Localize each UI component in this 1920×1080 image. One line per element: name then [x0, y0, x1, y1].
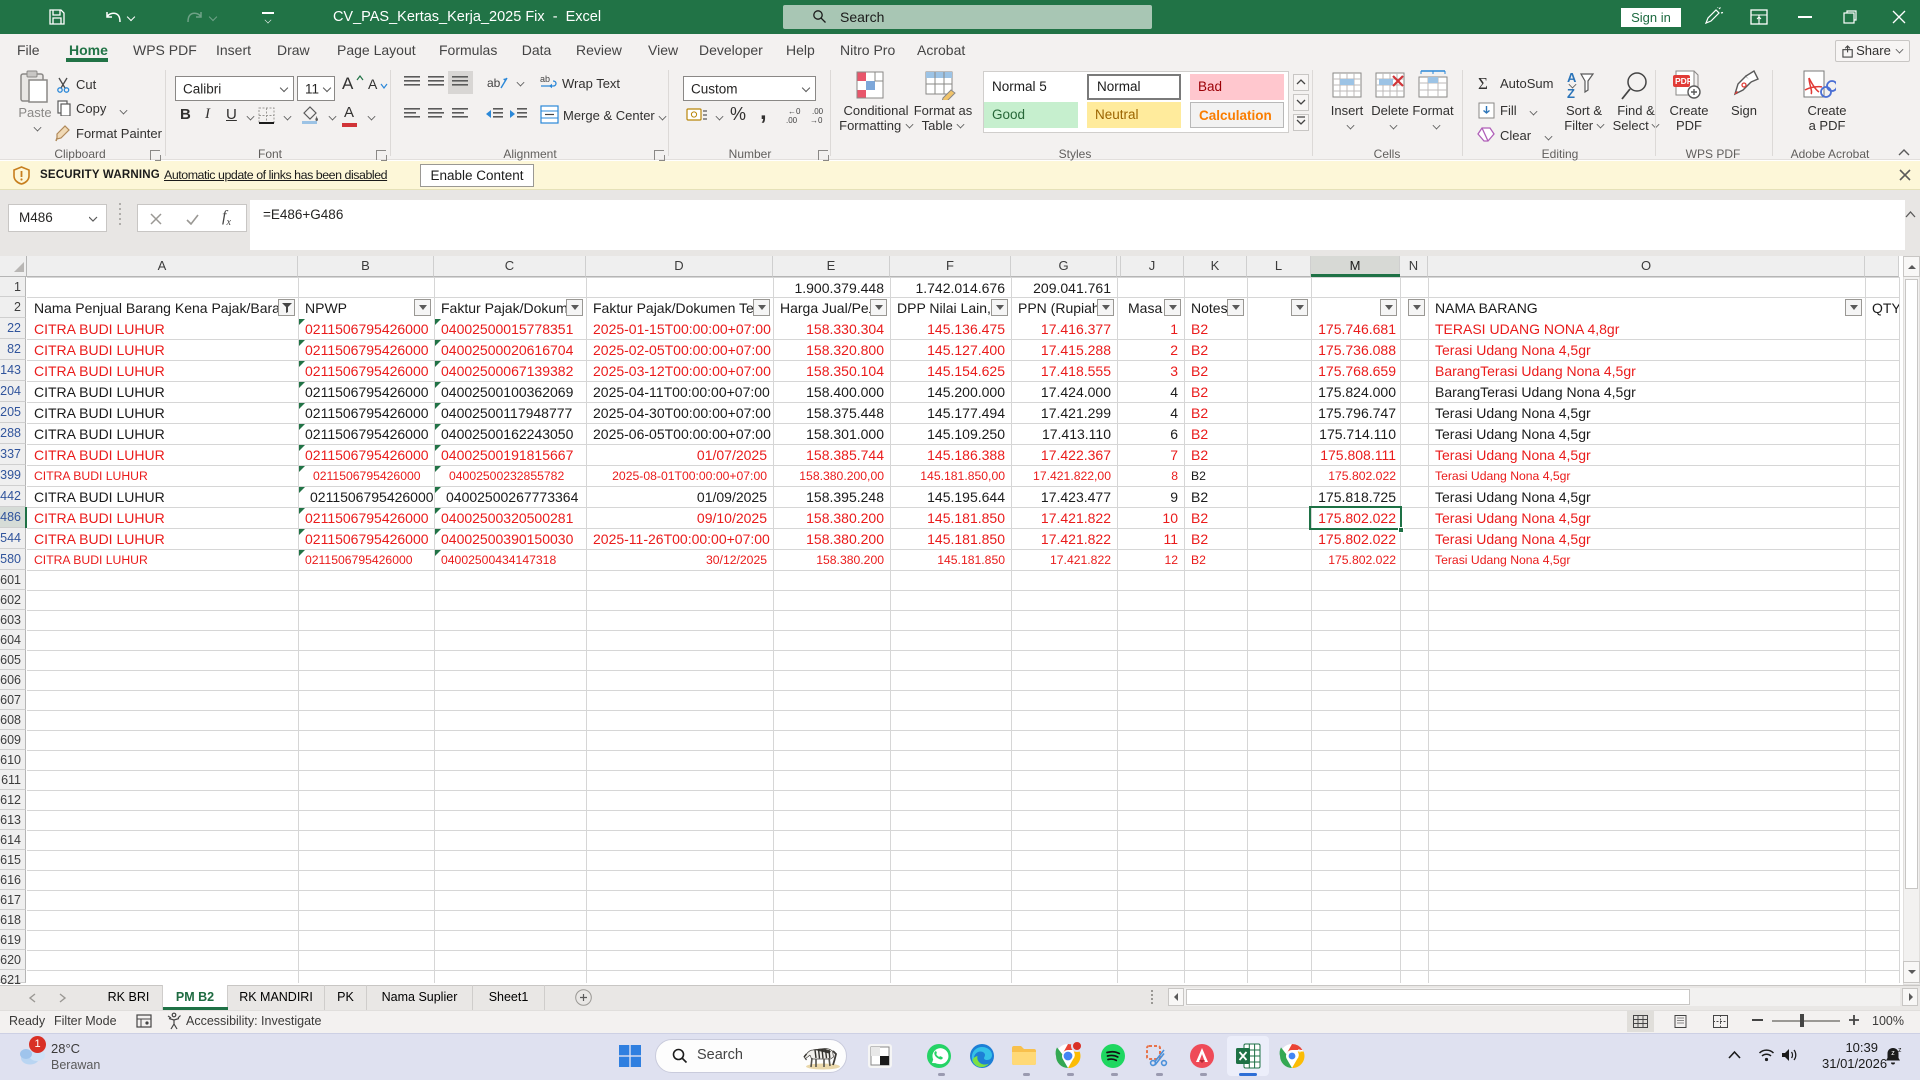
svg-text:z: z	[1891, 1050, 1895, 1057]
svg-text:←0: ←0	[788, 107, 801, 116]
svg-text:ab: ab	[487, 76, 501, 90]
svg-text:ab: ab	[540, 74, 550, 84]
svg-text:.00: .00	[786, 116, 798, 124]
svg-text:Z: Z	[1567, 86, 1575, 101]
svg-text:→0: →0	[810, 116, 823, 124]
svg-text:.00: .00	[812, 107, 824, 116]
svg-text:z: z	[1898, 1047, 1902, 1054]
svg-text:PDF: PDF	[1675, 76, 1692, 86]
svg-text:A: A	[1567, 70, 1577, 85]
